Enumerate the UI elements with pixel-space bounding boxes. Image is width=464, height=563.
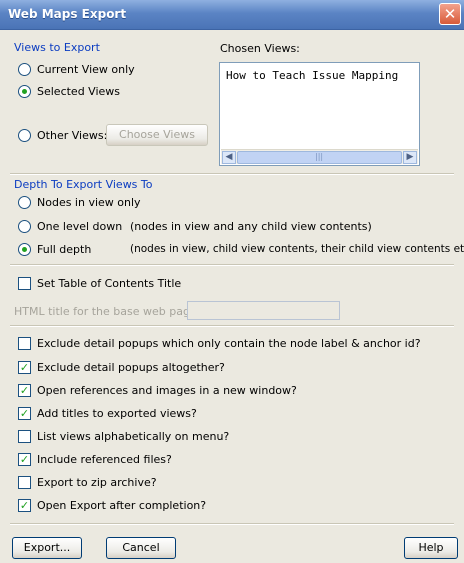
- radio-selected-views[interactable]: Selected Views: [18, 83, 120, 99]
- html-title-label: HTML title for the base web page:: [14, 305, 201, 318]
- option-checkbox[interactable]: Exclude detail popups which only contain…: [18, 335, 421, 351]
- title-bar: Web Maps Export ✕: [0, 0, 464, 30]
- depth-section-label: Depth To Export Views To: [14, 178, 153, 191]
- option-label: Open Export after completion?: [37, 498, 207, 512]
- export-button[interactable]: Export...: [12, 537, 82, 559]
- views-section-label: Views to Export: [14, 41, 100, 54]
- radio-nodes-in-view[interactable]: Nodes in view only: [18, 194, 141, 210]
- radio-icon: [18, 62, 31, 76]
- option-label: Exclude detail popups altogether?: [37, 360, 225, 374]
- cancel-button[interactable]: Cancel: [106, 537, 176, 559]
- option-label: List views alphabetically on menu?: [37, 429, 230, 443]
- scroll-left-icon[interactable]: ◀: [222, 151, 236, 164]
- checkmark-icon: ✓: [18, 498, 31, 512]
- scroll-thumb[interactable]: |||: [237, 151, 402, 164]
- choose-views-button[interactable]: Choose Views: [106, 124, 208, 146]
- checkmark-icon: ✓: [18, 383, 31, 397]
- option-checkbox[interactable]: ✓ Open Export after completion?: [18, 497, 206, 513]
- radio-nodes-in-view-label: Nodes in view only: [37, 195, 141, 209]
- checkmark-icon: ✓: [18, 452, 31, 466]
- checkbox-icon: [18, 475, 31, 489]
- radio-selected-icon: [18, 84, 31, 98]
- chosen-views-label: Chosen Views:: [220, 42, 300, 55]
- toc-checkbox-label: Set Table of Contents Title: [37, 276, 182, 290]
- chosen-view-item[interactable]: How to Teach Issue Mapping: [226, 69, 398, 82]
- toc-checkbox[interactable]: Set Table of Contents Title: [18, 275, 181, 291]
- option-checkbox[interactable]: List views alphabetically on menu?: [18, 428, 229, 444]
- radio-full-depth[interactable]: Full depth: [18, 241, 91, 257]
- checkbox-icon: [18, 336, 31, 350]
- radio-icon: [18, 195, 31, 209]
- horizontal-scrollbar[interactable]: ◀ ||| ▶: [221, 149, 418, 164]
- close-icon: ✕: [443, 5, 457, 23]
- radio-selected-views-label: Selected Views: [37, 84, 121, 98]
- option-label: Add titles to exported views?: [37, 406, 197, 420]
- option-label: Export to zip archive?: [37, 475, 157, 489]
- checkbox-icon: [18, 276, 31, 290]
- checkmark-icon: ✓: [18, 406, 31, 420]
- divider: [10, 523, 454, 525]
- window-title: Web Maps Export: [8, 7, 127, 21]
- option-checkbox[interactable]: Export to zip archive?: [18, 474, 157, 490]
- html-title-input[interactable]: [187, 301, 340, 320]
- full-depth-hint: (nodes in view, child view contents, the…: [130, 243, 464, 255]
- radio-current-view[interactable]: Current View only: [18, 61, 135, 77]
- divider: [10, 264, 454, 266]
- option-label: Open references and images in a new wind…: [37, 383, 297, 397]
- scroll-grip-icon: |||: [315, 152, 324, 161]
- close-button[interactable]: ✕: [439, 3, 461, 25]
- one-level-down-hint: (nodes in view and any child view conten…: [130, 220, 372, 233]
- radio-one-level-down-label: One level down: [37, 219, 123, 233]
- radio-other-views-label: Other Views:: [37, 128, 108, 142]
- option-label: Include referenced files?: [37, 452, 172, 466]
- option-checkbox[interactable]: ✓ Open references and images in a new wi…: [18, 382, 297, 398]
- option-checkbox[interactable]: ✓ Exclude detail popups altogether?: [18, 359, 225, 375]
- chosen-views-list[interactable]: How to Teach Issue Mapping ◀ ||| ▶: [219, 62, 420, 166]
- radio-one-level-down[interactable]: One level down: [18, 218, 122, 234]
- option-checkbox[interactable]: ✓ Include referenced files?: [18, 451, 172, 467]
- radio-selected-icon: [18, 242, 31, 256]
- export-panel: Views to Export Current View only Select…: [0, 30, 464, 563]
- divider: [10, 325, 454, 327]
- option-label: Exclude detail popups which only contain…: [37, 336, 421, 350]
- radio-other-views[interactable]: Other Views:: [18, 127, 107, 143]
- radio-full-depth-label: Full depth: [37, 242, 92, 256]
- radio-icon: [18, 219, 31, 233]
- scroll-right-icon[interactable]: ▶: [403, 151, 417, 164]
- checkbox-icon: [18, 429, 31, 443]
- help-button[interactable]: Help: [404, 537, 458, 559]
- checkmark-icon: ✓: [18, 360, 31, 374]
- radio-icon: [18, 128, 31, 142]
- divider: [10, 173, 454, 175]
- option-checkbox[interactable]: ✓ Add titles to exported views?: [18, 405, 197, 421]
- radio-current-view-label: Current View only: [37, 62, 135, 76]
